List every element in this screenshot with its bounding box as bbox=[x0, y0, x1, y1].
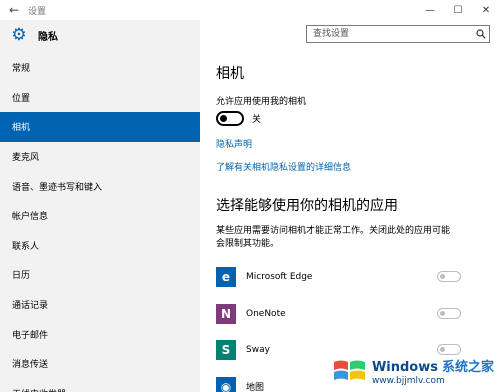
app-row: N OneNote bbox=[216, 296, 490, 333]
sidebar-item[interactable]: 联系人 bbox=[0, 231, 200, 261]
window-title: 设置 bbox=[28, 6, 47, 17]
sidebar-item[interactable]: 日历 bbox=[0, 260, 200, 290]
title-bar: ← 设置 — ☐ ✕ bbox=[0, 0, 500, 20]
camera-permission-label: 允许应用使用我的相机 bbox=[216, 97, 307, 107]
nav-list: 常规 位置 相机 麦克风 语音、墨迹书写和键入 帐户信息 联系人 日历 通话记录 电子邮件 消息传送… bbox=[0, 53, 200, 392]
gear-icon: ⚙ bbox=[11, 25, 27, 45]
sidebar-item[interactable]: 位置 bbox=[0, 83, 200, 113]
toggle-knob bbox=[440, 274, 445, 279]
toggle-state-label: 关 bbox=[252, 115, 262, 125]
toggle-knob bbox=[440, 310, 445, 316]
search-input[interactable] bbox=[307, 28, 474, 40]
window-controls: — ☐ ✕ bbox=[416, 0, 500, 20]
toggle-knob bbox=[220, 115, 227, 122]
section-description: 某些应用需要访问相机才能正常工作。关闭此处的应用可能会限制其功能。 bbox=[216, 226, 451, 249]
learn-more-link[interactable]: 了解有关相机隐私设置的详细信息 bbox=[216, 160, 351, 173]
app-permission-toggle[interactable] bbox=[437, 344, 461, 355]
search-box[interactable] bbox=[306, 25, 490, 43]
section-title: 选择能够使用你的相机的应用 bbox=[216, 198, 398, 214]
sidebar-header: ⚙ 隐私 bbox=[0, 20, 200, 50]
maps-icon: ◉ bbox=[216, 376, 236, 392]
watermark-windows-text: Windows bbox=[371, 360, 438, 375]
sidebar-item[interactable]: 麦克风 bbox=[0, 142, 200, 172]
app-permission-toggle[interactable] bbox=[437, 307, 461, 319]
app-name: Sway bbox=[246, 345, 270, 356]
sidebar: ⚙ 隐私 常规 位置 相机 麦克风 语音、墨迹书写和键入 帐户信息 联系人 日历 通话记录 电子邮… bbox=[0, 20, 200, 392]
maximize-button[interactable]: ☐ bbox=[444, 0, 472, 20]
sidebar-item[interactable]: 消息传送 bbox=[0, 349, 200, 379]
minimize-button[interactable]: — bbox=[416, 0, 444, 20]
onenote-icon: N bbox=[216, 303, 236, 324]
sway-icon: S bbox=[216, 340, 236, 361]
sidebar-item[interactable]: 通话记录 bbox=[0, 290, 200, 320]
app-name: OneNote bbox=[246, 308, 286, 319]
sidebar-item[interactable]: 常规 bbox=[0, 53, 200, 83]
search-icon[interactable] bbox=[473, 26, 489, 42]
app-name: 地图 bbox=[246, 383, 265, 392]
app-permission-toggle[interactable] bbox=[437, 271, 461, 282]
app-name: Microsoft Edge bbox=[246, 272, 313, 283]
windows-logo-icon bbox=[333, 360, 365, 380]
watermark: Windows 系统之家 www.bjjmlv.com bbox=[332, 356, 494, 386]
edge-icon: e bbox=[216, 267, 236, 288]
sidebar-item[interactable]: 相机 bbox=[0, 112, 200, 142]
privacy-statement-link[interactable]: 隐私声明 bbox=[216, 137, 252, 150]
watermark-url: www.bjjmlv.com bbox=[371, 376, 445, 386]
page-title: 相机 bbox=[216, 66, 244, 82]
app-row: e Microsoft Edge bbox=[216, 259, 490, 296]
sidebar-item[interactable]: 无线电收发器 bbox=[0, 379, 200, 392]
back-button[interactable]: ← bbox=[0, 0, 28, 20]
sidebar-title: 隐私 bbox=[38, 31, 58, 43]
sidebar-item[interactable]: 帐户信息 bbox=[0, 201, 200, 231]
close-button[interactable]: ✕ bbox=[472, 0, 500, 20]
sidebar-item[interactable]: 语音、墨迹书写和键入 bbox=[0, 171, 200, 201]
settings-window: ← 设置 — ☐ ✕ ⚙ 隐私 常规 位置 相机 麦克风 语音、墨迹书写和键入 帐户信息联… bbox=[0, 0, 500, 392]
sidebar-item[interactable]: 电子邮件 bbox=[0, 319, 200, 349]
camera-toggle[interactable] bbox=[216, 111, 244, 126]
watermark-brand-text: 系统之家 bbox=[441, 360, 494, 375]
toggle-knob bbox=[440, 347, 445, 352]
camera-toggle-row: 关 bbox=[216, 111, 261, 126]
